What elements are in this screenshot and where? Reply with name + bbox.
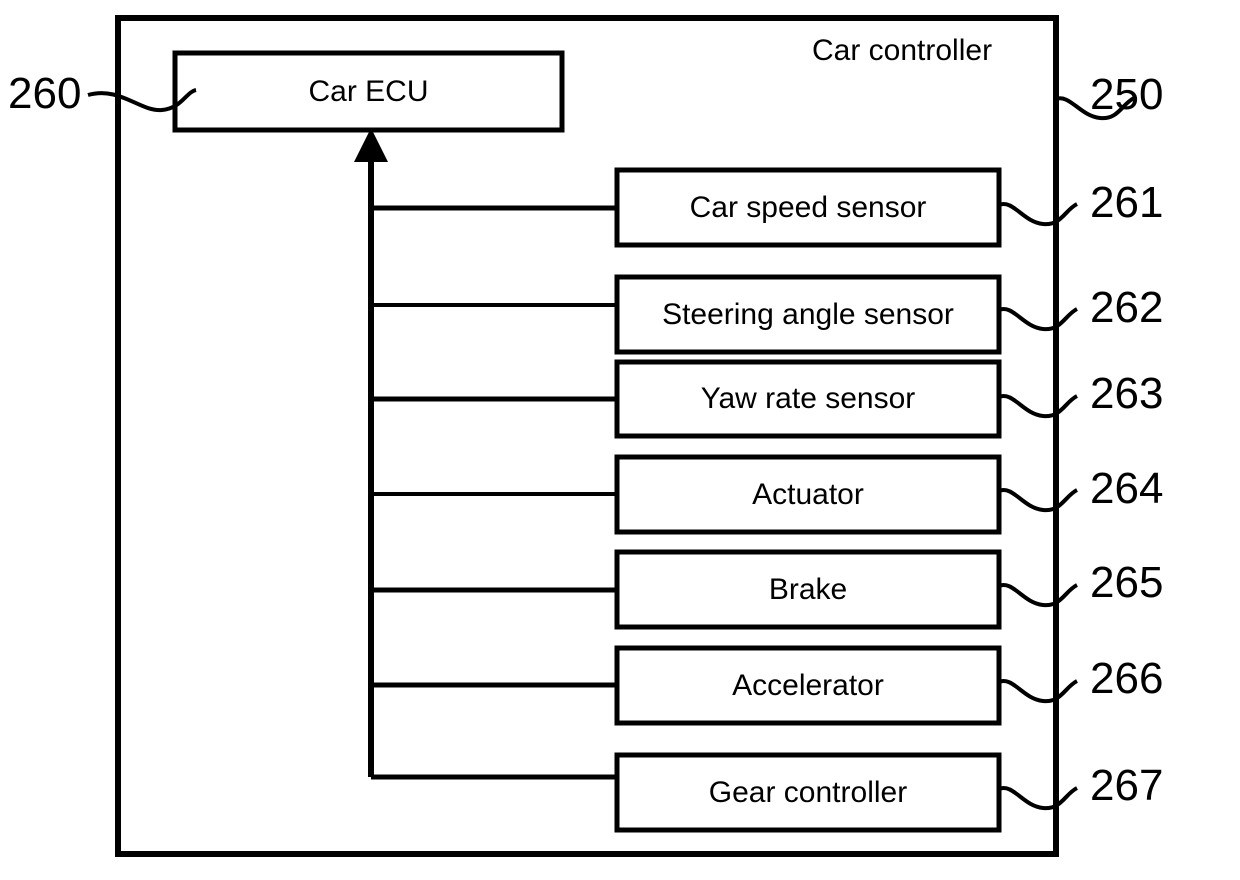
car-ecu-box — [172, 50, 565, 133]
reference-number-262: 262 — [1090, 283, 1164, 332]
module-box-yaw-rate-sensor — [614, 359, 1002, 439]
leader-line-264 — [998, 488, 1079, 513]
leader-line-261 — [998, 202, 1079, 227]
reference-number-264: 264 — [1090, 464, 1164, 513]
bus-arrowhead-icon — [354, 128, 388, 162]
reference-number-265: 265 — [1090, 558, 1164, 607]
module-box-gear-controller — [614, 752, 1002, 833]
reference-number-261: 261 — [1090, 178, 1164, 227]
module-box-brake — [614, 549, 1002, 630]
reference-number-250: 250 — [1090, 70, 1164, 119]
leader-line-262 — [998, 307, 1079, 332]
reference-number-267: 267 — [1090, 761, 1164, 810]
diagram-canvas — [87, 15, 1136, 857]
reference-number-260: 260 — [8, 69, 82, 118]
leader-line-263 — [998, 394, 1079, 419]
outer-container-title: Car controller — [812, 34, 993, 67]
reference-number-263: 263 — [1090, 369, 1164, 418]
reference-number-266: 266 — [1090, 654, 1164, 703]
patent-figure-car-controller: Car controller Car ECU Car speed sensor … — [0, 0, 1240, 880]
module-box-steering-angle-sensor — [614, 274, 1002, 355]
module-box-accelerator — [614, 645, 1002, 726]
leader-line-265 — [998, 583, 1079, 608]
module-box-car-speed-sensor — [614, 167, 1002, 248]
leader-line-267 — [998, 786, 1079, 811]
leader-line-266 — [998, 679, 1079, 704]
module-box-actuator — [614, 454, 1002, 535]
